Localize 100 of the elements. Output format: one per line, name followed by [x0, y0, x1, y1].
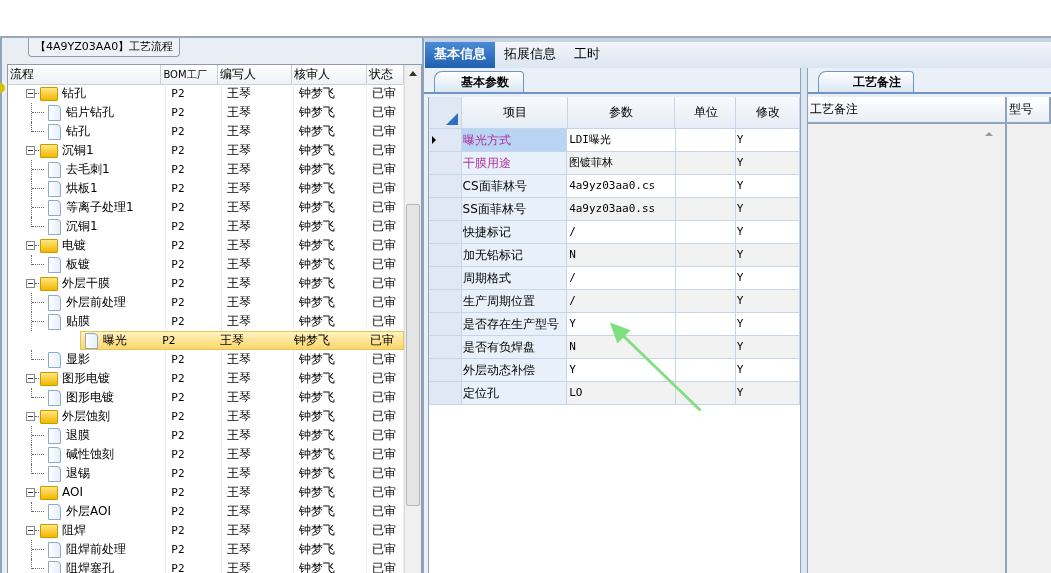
tree-row[interactable]: 铝片钻孔 P2 王琴 钟梦飞 已审 [8, 103, 404, 122]
table-cell[interactable]: 周期格式 [461, 267, 568, 289]
scroll-up-icon[interactable] [409, 71, 417, 76]
tree-row[interactable]: 外层干膜 P2 王琴 钟梦飞 已审 [8, 274, 404, 293]
collapse-icon[interactable] [26, 241, 35, 250]
tree-row[interactable]: 外层前处理 P2 王琴 钟梦飞 已审 [8, 293, 404, 312]
tree-row[interactable]: 等离子处理1 P2 王琴 钟梦飞 已审 [8, 198, 404, 217]
collapse-icon[interactable] [26, 488, 35, 497]
table-cell[interactable]: N [567, 244, 676, 266]
table-cell: 王琴 [226, 409, 251, 423]
table-cell[interactable]: 外层动态补偿 [461, 359, 568, 381]
table-cell[interactable] [675, 198, 736, 220]
table-cell[interactable]: Y [735, 336, 800, 358]
table-cell[interactable]: 定位孔 [461, 382, 568, 404]
column-header[interactable]: 参数 [567, 97, 676, 128]
table-cell[interactable]: Y [735, 198, 800, 220]
tree-row[interactable]: 沉铜1 P2 王琴 钟梦飞 已审 [8, 141, 404, 160]
tree-row[interactable]: 曝光 P2 王琴 钟梦飞 已审 [80, 331, 404, 350]
table-cell[interactable]: N [567, 336, 676, 358]
tree-row[interactable]: 阻焊前处理 P2 王琴 钟梦飞 已审 [8, 540, 404, 559]
table-cell[interactable]: Y [735, 129, 800, 151]
tab[interactable]: 拓展信息 [495, 42, 565, 68]
column-header[interactable]: BOM工厂 [161, 65, 218, 84]
folder-icon [40, 371, 58, 386]
table-cell[interactable]: 是否有负焊盘 [461, 336, 568, 358]
table-cell[interactable]: 曝光方式 [461, 129, 568, 151]
table-cell[interactable]: Y [735, 382, 800, 404]
table-cell[interactable]: LDI曝光 [567, 129, 676, 151]
table-cell[interactable] [675, 382, 736, 404]
table-cell: P2 [171, 87, 185, 100]
subtab[interactable]: 基本参数 [434, 71, 524, 92]
row-header[interactable] [429, 129, 462, 151]
tree-row[interactable]: 沉铜1 P2 王琴 钟梦飞 已审 [8, 217, 404, 236]
scrollbar[interactable] [404, 65, 421, 573]
tree-row[interactable]: 退锡 P2 王琴 钟梦飞 已审 [8, 464, 404, 483]
tree-row[interactable]: 图形电镀 P2 王琴 钟梦飞 已审 [8, 388, 404, 407]
tree-row[interactable]: 烘板1 P2 王琴 钟梦飞 已审 [8, 179, 404, 198]
scroll-thumb[interactable] [406, 204, 420, 506]
tab[interactable]: 工时 [565, 42, 609, 68]
column-header[interactable]: 项目 [461, 97, 568, 128]
table-cell[interactable]: 是否存在生产型号 [461, 313, 568, 335]
collapse-icon[interactable] [26, 412, 35, 421]
table-cell[interactable]: CS面菲林号 [461, 175, 568, 197]
table-cell[interactable]: Y [735, 267, 800, 289]
tree-row[interactable]: 外层AOI P2 王琴 钟梦飞 已审 [8, 502, 404, 521]
table-cell[interactable]: Y [735, 359, 800, 381]
table-cell[interactable]: LO [567, 382, 676, 404]
table-cell[interactable]: Y [567, 359, 676, 381]
tree-row[interactable]: 图形电镀 P2 王琴 钟梦飞 已审 [8, 369, 404, 388]
tab[interactable]: 基本信息 [425, 42, 495, 68]
table-cell[interactable] [675, 244, 736, 266]
table-cell[interactable]: Y [735, 221, 800, 243]
column-header[interactable]: 单位 [675, 97, 736, 128]
table-cell[interactable]: Y [735, 313, 800, 335]
table-cell[interactable]: 快捷标记 [461, 221, 568, 243]
tree-row[interactable]: 去毛刺1 P2 王琴 钟梦飞 已审 [8, 160, 404, 179]
tree-row[interactable]: 板镀 P2 王琴 钟梦飞 已审 [8, 255, 404, 274]
table-cell[interactable]: 4a9yz03aa0.cs [567, 175, 676, 197]
tree-row[interactable]: 电镀 P2 王琴 钟梦飞 已审 [8, 236, 404, 255]
table-cell[interactable]: 干膜用途 [461, 152, 568, 174]
table-cell: 已审 [371, 257, 396, 271]
table-cell: 王琴 [226, 428, 251, 442]
tree-row[interactable]: 显影 P2 王琴 钟梦飞 已审 [8, 350, 404, 369]
table-cell[interactable]: / [567, 267, 676, 289]
column-header[interactable]: 流程 [8, 65, 162, 84]
table-cell[interactable]: 图镀菲林 [567, 152, 676, 174]
table-cell[interactable]: 加无铅标记 [461, 244, 568, 266]
tree-row[interactable]: 退膜 P2 王琴 钟梦飞 已审 [8, 426, 404, 445]
table-cell[interactable]: Y [735, 175, 800, 197]
collapse-icon[interactable] [26, 526, 35, 535]
tree-row[interactable]: 阻焊 P2 王琴 钟梦飞 已审 [8, 521, 404, 540]
tree-row[interactable]: 外层蚀刻 P2 王琴 钟梦飞 已审 [8, 407, 404, 426]
column-header[interactable]: 编写人 [217, 65, 293, 84]
column-header[interactable]: 工艺备注 [808, 97, 1007, 122]
table-cell[interactable]: Y [735, 244, 800, 266]
table-cell[interactable]: / [567, 290, 676, 312]
table-cell[interactable] [675, 290, 736, 312]
table-cell[interactable]: Y [735, 152, 800, 174]
table-cell[interactable] [675, 152, 736, 174]
table-cell[interactable]: SS面菲林号 [461, 198, 568, 220]
tree-row[interactable]: 钻孔 P2 王琴 钟梦飞 已审 [8, 122, 404, 141]
table-cell[interactable]: 4a9yz03aa0.ss [567, 198, 676, 220]
subtab[interactable]: 工艺备注 [818, 71, 914, 92]
table-cell: 王琴 [226, 485, 251, 499]
column-header[interactable]: 状态 [367, 65, 404, 84]
tree-row[interactable]: AOI P2 王琴 钟梦飞 已审 [8, 483, 404, 502]
table-cell[interactable]: Y [735, 290, 800, 312]
table-cell[interactable]: 生产周期位置 [461, 290, 568, 312]
tree-row[interactable]: 碱性蚀刻 P2 王琴 钟梦飞 已审 [8, 445, 404, 464]
column-header[interactable]: 核审人 [292, 65, 368, 84]
tree-row[interactable]: 阻焊塞孔 P2 王琴 钟梦飞 已审 [8, 559, 404, 573]
collapse-icon[interactable] [26, 374, 35, 383]
table-cell[interactable] [675, 336, 736, 358]
collapse-icon[interactable] [26, 146, 35, 155]
splitter[interactable] [800, 68, 808, 573]
table-cell[interactable]: / [567, 221, 676, 243]
column-header[interactable]: 型号 [1007, 97, 1051, 122]
collapse-icon[interactable] [26, 279, 35, 288]
collapse-icon[interactable] [26, 89, 35, 98]
tree-row[interactable]: 钻孔 P2 王琴 钟梦飞 已审 [8, 84, 404, 103]
